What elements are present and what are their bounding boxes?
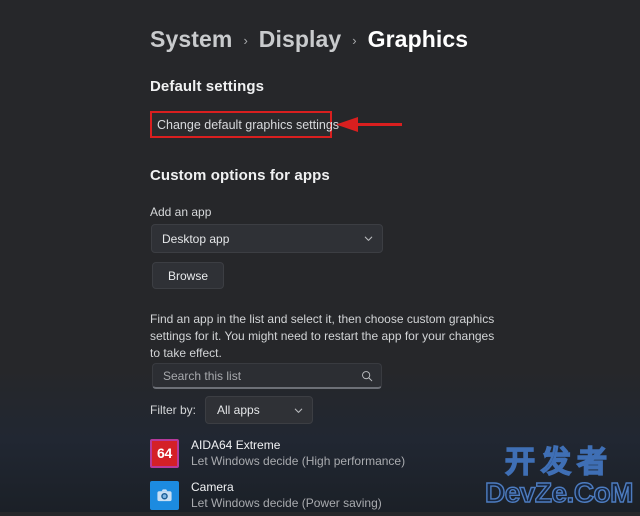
change-default-graphics-settings-link[interactable]: Change default graphics settings (157, 118, 339, 132)
settings-page: System › Display › Graphics Default sett… (0, 0, 640, 512)
app-name: Camera (191, 480, 234, 494)
breadcrumb-item-graphics: Graphics (367, 26, 469, 52)
breadcrumb: System › Display › Graphics (150, 26, 468, 53)
settings-content-pane: System › Display › Graphics Default sett… (150, 0, 630, 512)
filter-by-label: Filter by: (150, 403, 197, 417)
camera-icon (150, 480, 179, 510)
custom-options-heading: Custom options for apps (150, 167, 330, 184)
aida64-icon: 64 (150, 438, 179, 468)
app-status: Let Windows decide (High performance) (191, 454, 406, 468)
list-item[interactable]: Camera Let Windows decide (Power saving) (150, 474, 550, 516)
app-name: AIDA64 Extreme (191, 438, 281, 452)
app-text: Camera Let Windows decide (Power saving) (191, 480, 382, 510)
default-settings-heading: Default settings (150, 78, 265, 95)
chevron-down-icon (364, 236, 373, 241)
app-status: Let Windows decide (Power saving) (191, 496, 382, 510)
app-list: 64 AIDA64 Extreme Let Windows decide (Hi… (150, 432, 550, 516)
chevron-down-icon (294, 408, 303, 413)
breadcrumb-item-display[interactable]: Display (259, 26, 342, 53)
aida64-icon-label: 64 (157, 445, 172, 461)
search-input[interactable]: Search this list (163, 369, 361, 383)
breadcrumb-separator-icon: › (243, 33, 248, 48)
app-text: AIDA64 Extreme Let Windows decide (High … (191, 438, 405, 468)
camera-glyph-icon (157, 488, 172, 501)
filter-dropdown[interactable]: All apps (205, 396, 314, 424)
list-item[interactable]: 64 AIDA64 Extreme Let Windows decide (Hi… (150, 432, 550, 474)
app-type-dropdown[interactable]: Desktop app (151, 224, 383, 253)
custom-options-description: Find an app in the list and select it, t… (150, 312, 495, 360)
annotation-arrow-icon (336, 117, 402, 132)
filter-row: Filter by: All apps (150, 396, 314, 424)
search-icon[interactable] (361, 370, 373, 382)
browse-button[interactable]: Browse (152, 262, 225, 289)
change-default-graphics-settings-highlight: Change default graphics settings (150, 111, 339, 138)
filter-dropdown-value: All apps (217, 403, 260, 417)
app-type-dropdown-value: Desktop app (162, 231, 230, 246)
search-list-field[interactable]: Search this list (152, 363, 382, 389)
breadcrumb-item-system[interactable]: System (150, 26, 232, 53)
add-an-app-label: Add an app (150, 205, 212, 219)
breadcrumb-separator-icon: › (352, 33, 357, 48)
